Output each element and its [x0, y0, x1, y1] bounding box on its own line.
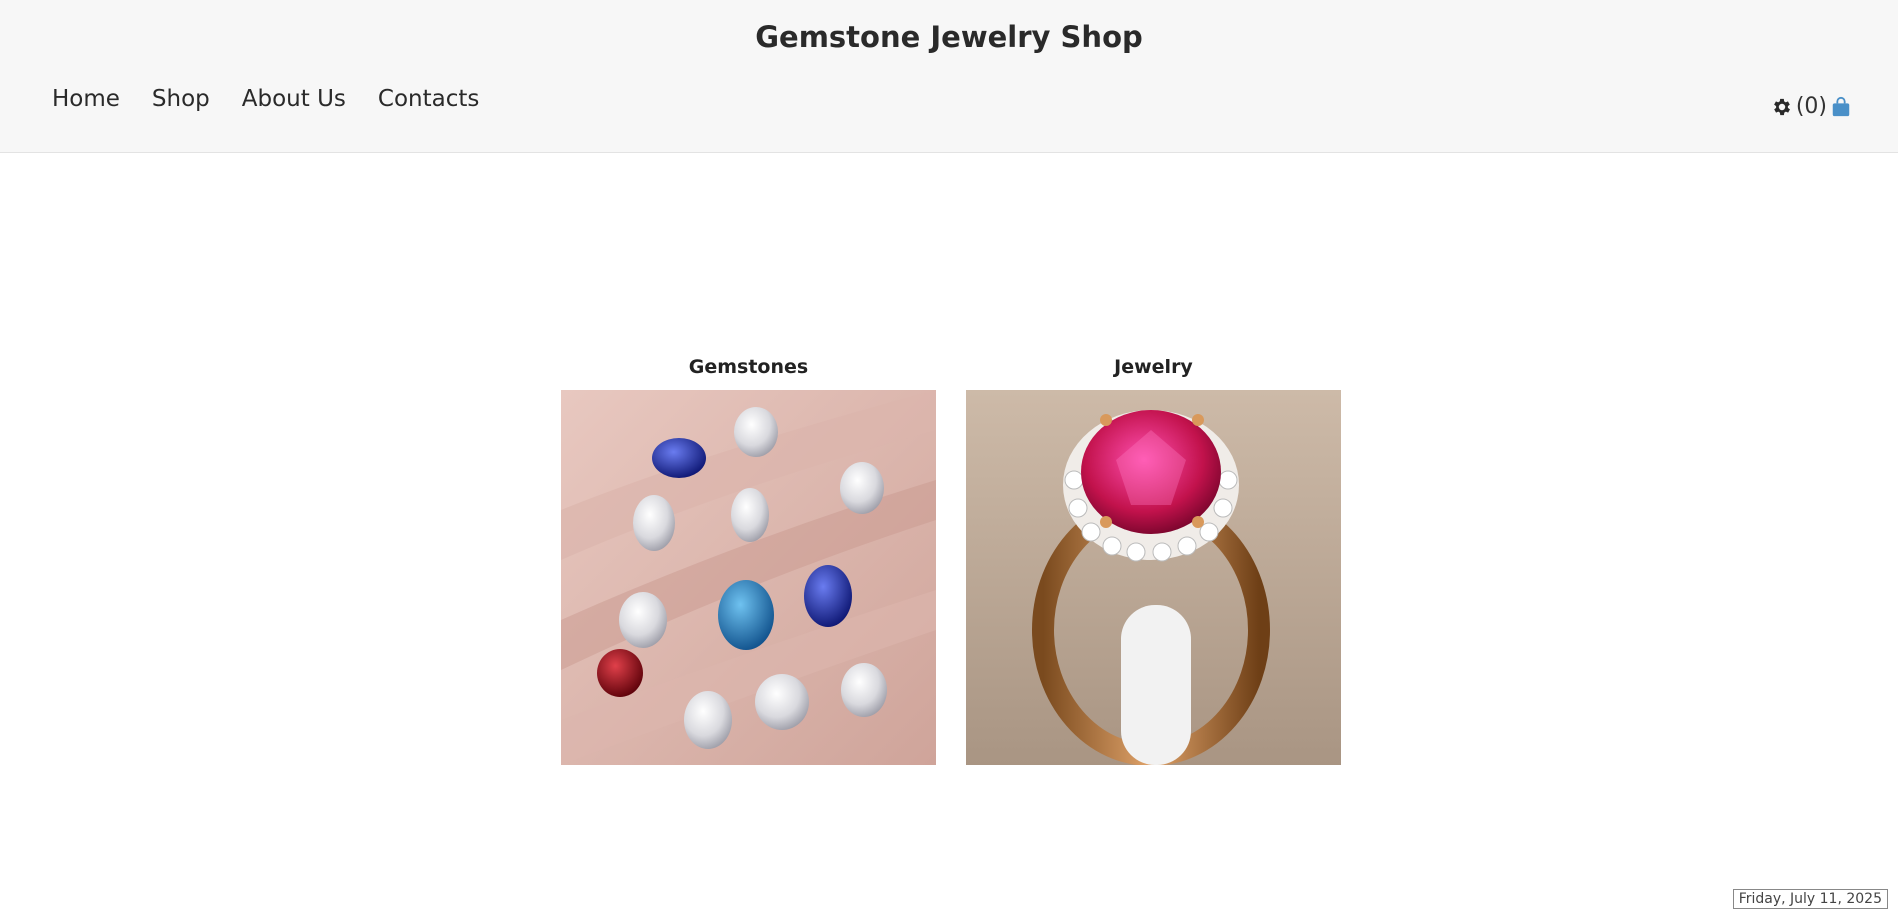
site-title: Gemstone Jewelry Shop — [755, 20, 1143, 54]
category-card-gemstones[interactable]: Gemstones — [561, 356, 936, 765]
category-title: Gemstones — [688, 356, 809, 378]
date-display: Friday, July 11, 2025 — [1732, 889, 1888, 909]
jewelry-image[interactable] — [966, 390, 1341, 765]
gear-icon[interactable] — [1771, 96, 1793, 118]
nav-about-us[interactable]: About Us — [242, 86, 346, 112]
category-title: Jewelry — [1114, 356, 1193, 378]
main-nav: Home Shop About Us Contacts — [52, 86, 511, 112]
shopping-bag-icon[interactable] — [1830, 96, 1852, 118]
nav-home[interactable]: Home — [52, 86, 120, 112]
nav-contacts[interactable]: Contacts — [378, 86, 479, 112]
category-grid: Gemstones Jewelry — [561, 356, 1341, 765]
nav-shop[interactable]: Shop — [152, 86, 210, 112]
site-header: Gemstone Jewelry Shop Home Shop About Us… — [0, 0, 1898, 153]
header-tools: (0) — [1771, 94, 1852, 119]
gemstones-image[interactable] — [561, 390, 936, 765]
category-card-jewelry[interactable]: Jewelry — [966, 356, 1341, 765]
cart-count: (0) — [1795, 94, 1827, 119]
